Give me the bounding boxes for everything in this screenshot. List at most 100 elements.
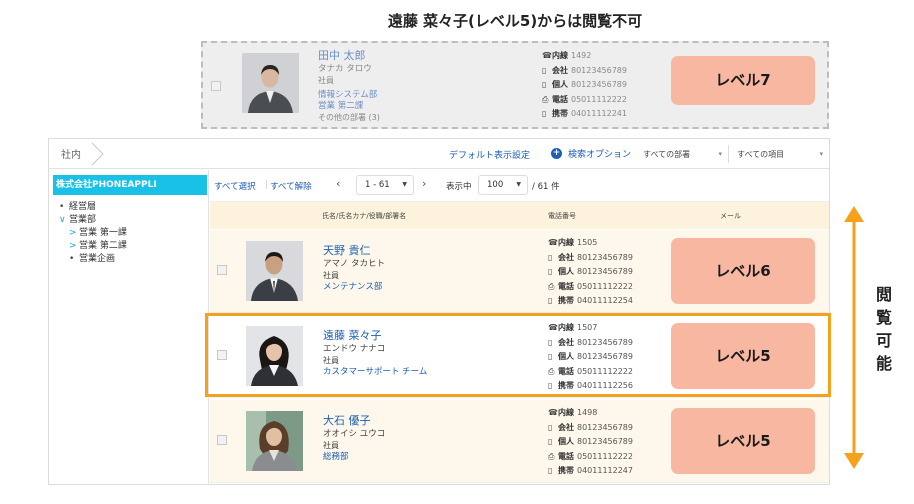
bullet-icon: •	[59, 202, 65, 212]
dept-filter-select[interactable]: すべての部署 ▾	[643, 145, 729, 163]
phone-entry[interactable]: ☎内線 1505	[548, 236, 633, 251]
showing-label: 表示中	[446, 182, 472, 192]
chevron-down-icon: ▼	[402, 181, 407, 188]
phone-number: 05011112222	[577, 451, 633, 461]
fax-icon: ⎙	[548, 281, 555, 291]
contact-kana: タナカ タロウ	[318, 64, 372, 74]
item-filter-select[interactable]: すべての項目 ▾	[737, 145, 823, 163]
phone-entry[interactable]: ⎙ 電話 05011112222	[548, 280, 633, 295]
chevron-down-icon: ∨	[59, 215, 66, 225]
phone-entry[interactable]: ▯ 携帯 04011112241	[542, 107, 627, 122]
contact-info: 大石 優子 オオイシ ユウコ 社員 総務部	[323, 414, 385, 463]
viewable-label-char: 覧	[875, 308, 892, 327]
viewable-label-char: 能	[875, 354, 892, 373]
phone-entry[interactable]: ▯ 会社 80123456789	[548, 251, 633, 266]
other-depts: その他の部署 (3)	[318, 113, 380, 122]
phone-list: ☎内線 1505 ▯ 会社 80123456789 ▯ 個人 80123456789 ⎙ 電話 05…	[548, 236, 633, 309]
phone-entry[interactable]: ▯ 会社 80123456789	[548, 421, 633, 436]
phone-number: 80123456789	[577, 422, 633, 432]
phone-entry[interactable]: ▯ 個人 80123456789	[548, 265, 633, 280]
mobile-icon: ▯	[548, 296, 553, 305]
row-checkbox[interactable]	[217, 435, 227, 445]
phone-number: 04011112254	[577, 296, 633, 305]
phone-label: 会社	[552, 65, 568, 75]
phone-list: ☎内線 1498 ▯ 会社 80123456789 ▯ 個人 80123456789 ⎙ 電話 05…	[548, 406, 633, 479]
mobile-icon: ▯	[542, 65, 547, 75]
column-name[interactable]: 氏名/氏名カナ/役職/部署名	[322, 211, 406, 221]
contact-dept[interactable]: 情報システム部	[318, 90, 380, 101]
select-all-link[interactable]: すべて選択	[214, 180, 256, 192]
list-toolbar: すべて選択 | すべて解除 ‹ 1 - 61 ▼ › 表示中 100 ▼ / 6…	[210, 170, 829, 202]
search-options-button[interactable]: + 検索オプション	[551, 147, 631, 160]
next-page-button[interactable]: ›	[422, 177, 426, 190]
level-badge: レベル7	[671, 56, 815, 105]
contact-name[interactable]: 大石 優子	[323, 414, 385, 428]
column-phone[interactable]: 電話番号	[548, 211, 576, 221]
phone-number: 80123456789	[577, 252, 633, 262]
plus-circle-icon: +	[551, 148, 562, 159]
contact-dept[interactable]: メンテナンス部	[323, 282, 385, 293]
phone-entry[interactable]: ⎙ 電話 05011112222	[542, 93, 627, 108]
table-row[interactable]: 天野 貴仁 アマノ タカヒト 社員 メンテナンス部 ☎内線 1505 ▯ 会社 8012…	[210, 230, 829, 313]
org-tree-label: 営業部	[69, 215, 97, 225]
phone-label: 携帯	[552, 109, 568, 118]
phone-entry[interactable]: ▯ 個人 80123456789	[542, 78, 627, 93]
level-badge: レベル6	[671, 238, 815, 304]
clear-all-link[interactable]: すべて解除	[270, 180, 312, 192]
row-checkbox[interactable]	[217, 265, 227, 275]
restricted-checkbox[interactable]	[211, 81, 221, 91]
phone-entry[interactable]: ☎内線 1498	[548, 406, 633, 421]
org-tree-item[interactable]: ∨ 営業部	[59, 214, 127, 227]
phone-number: 80123456789	[571, 65, 627, 75]
chevron-down-icon: ▾	[819, 150, 823, 158]
contact-dept[interactable]: 営業 第二課	[318, 101, 380, 112]
default-view-link[interactable]: デフォルト表示設定	[449, 148, 530, 161]
company-node[interactable]: 株式会社PHONEAPPLI	[53, 175, 207, 195]
org-tree-item[interactable]: > 営業 第一課	[59, 227, 127, 240]
contact-role: 社員	[318, 76, 334, 85]
contact-name[interactable]: 田中 太郎	[318, 49, 380, 63]
phone-label: 携帯	[558, 466, 574, 475]
org-tree-item[interactable]: • 経営層	[59, 201, 127, 214]
dept-filter-value: すべての部署	[643, 149, 691, 159]
phone-list: ☎内線 1492 ▯ 会社 80123456789 ▯ 個人 80123456789 ⎙ 電話 05…	[542, 49, 627, 122]
table-row[interactable]: 大石 優子 オオイシ ユウコ 社員 総務部 ☎内線 1498 ▯ 会社 80123456…	[210, 400, 829, 483]
avatar	[246, 411, 303, 471]
chevron-down-icon: ▾	[718, 150, 722, 158]
contact-dept[interactable]: 総務部	[323, 452, 385, 463]
phone-entry[interactable]: ▯ 携帯 04011112247	[548, 464, 633, 479]
mobile-icon: ▯	[548, 252, 553, 262]
chevron-right-icon: >	[69, 241, 77, 251]
phone-entry[interactable]: ▯ 携帯 04011112254	[548, 294, 633, 309]
phone-number: 1505	[577, 238, 598, 247]
org-tree-label: 営業 第一課	[79, 228, 127, 238]
phone-entry[interactable]: ▯ 会社 80123456789	[542, 64, 627, 79]
per-page-select[interactable]: 100 ▼	[478, 175, 528, 195]
phone-label: 内線	[558, 408, 574, 417]
item-filter-value: すべての項目	[737, 149, 785, 159]
org-tree-item[interactable]: > 営業 第二課	[59, 240, 127, 253]
phone-label: 個人	[558, 267, 574, 276]
phone-entry[interactable]: ☎内線 1492	[542, 49, 627, 64]
breadcrumb[interactable]: 社内	[61, 146, 81, 161]
contact-kana: オオイシ ユウコ	[323, 429, 386, 439]
mobile-icon: ▯	[548, 422, 553, 432]
phone-label: 内線	[558, 238, 574, 247]
phone-entry[interactable]: ⎙ 電話 05011112222	[548, 450, 633, 465]
phone-number: 04011112241	[571, 109, 627, 118]
contact-name[interactable]: 天野 貴仁	[323, 244, 385, 258]
prev-page-button[interactable]: ‹	[336, 177, 340, 190]
level-badge: レベル5	[671, 408, 815, 474]
viewable-label-char: 閲	[875, 285, 892, 304]
phone-number: 05011112222	[571, 94, 627, 104]
bullet-icon: •	[69, 254, 75, 264]
phone-label: 電話	[552, 94, 568, 104]
phone-icon: ☎	[548, 238, 558, 247]
column-mail[interactable]: メール	[720, 211, 741, 221]
org-sidebar: 株式会社PHONEAPPLI • 経営層 ∨ 営業部 > 営業 第一課 > 営業 第二課 • 営業…	[49, 170, 209, 485]
page-range-select[interactable]: 1 - 61 ▼	[356, 175, 414, 195]
phone-entry[interactable]: ▯ 個人 80123456789	[548, 435, 633, 450]
phone-icon: ☎	[548, 408, 558, 417]
org-tree-item[interactable]: • 営業企画	[59, 253, 127, 266]
viewable-label-char: 可	[875, 331, 892, 350]
